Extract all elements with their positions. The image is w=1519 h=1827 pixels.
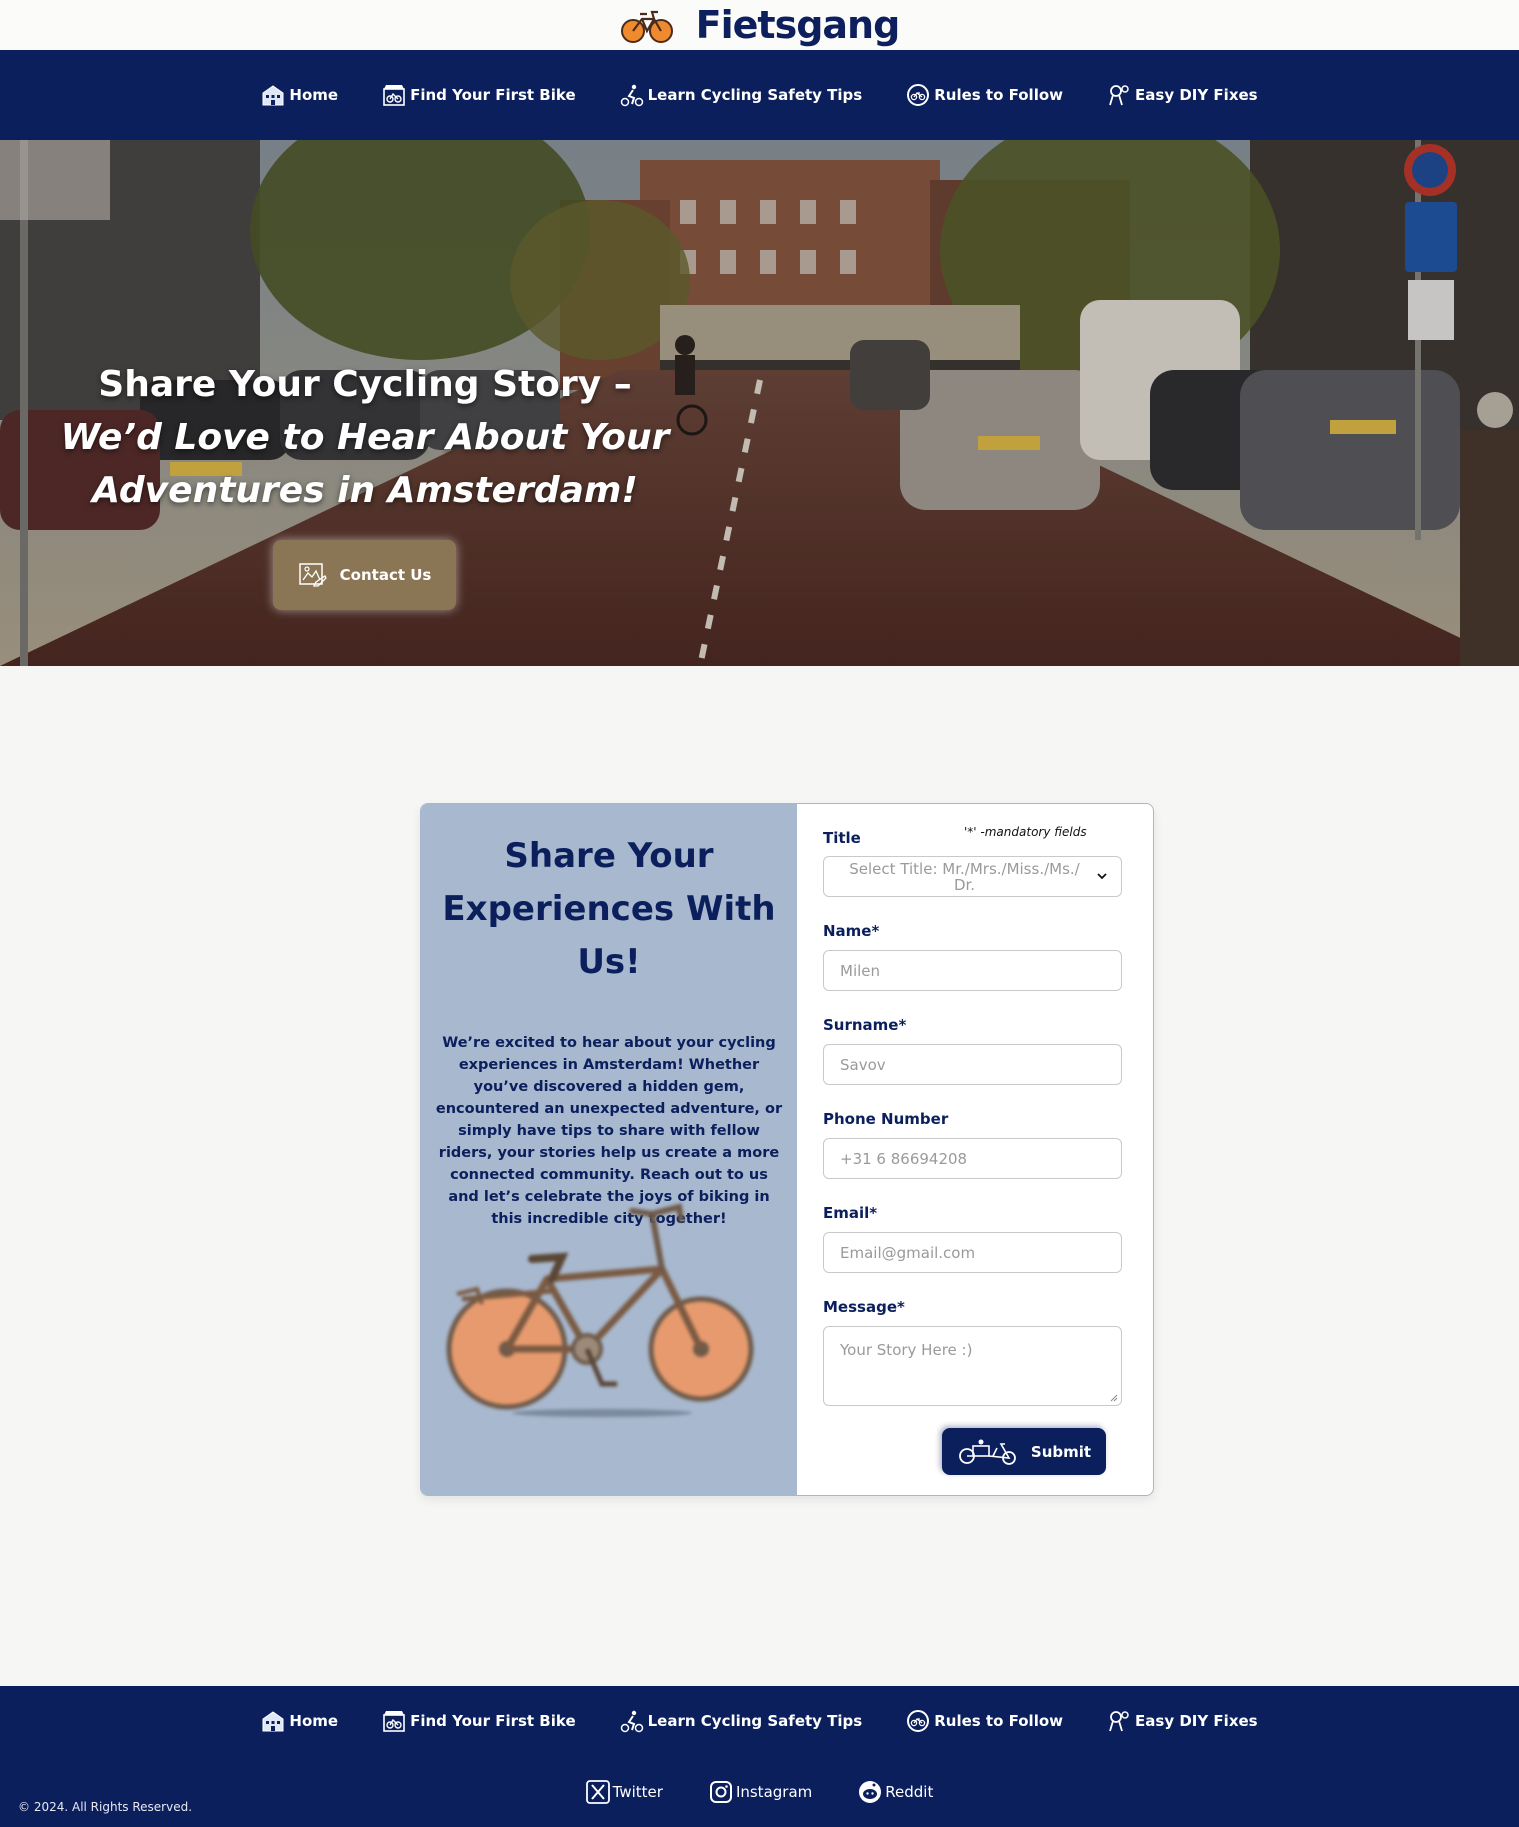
nav-item-diy-fixes[interactable]: Easy DIY Fixes <box>1107 83 1258 107</box>
nav-label-home: Home <box>289 86 339 104</box>
footer-nav-label-diy-fixes: Easy DIY Fixes <box>1135 1712 1258 1730</box>
nav-label-diy-fixes: Easy DIY Fixes <box>1135 86 1258 104</box>
wrench-icon <box>1109 1711 1129 1732</box>
contact-info-panel: Share Your Experiences With Us! We’re ex… <box>421 804 797 1495</box>
contact-us-button[interactable]: Contact Us <box>273 540 456 610</box>
reddit-icon <box>859 1781 882 1803</box>
footer-nav-label-home: Home <box>289 1712 339 1730</box>
contact-us-label: Contact Us <box>339 566 432 584</box>
title-select[interactable]: Select Title: Mr./Mrs./Miss./Ms./ Dr. <box>823 856 1122 897</box>
bike-shop-icon <box>383 85 405 106</box>
brand-bar: Fietsgang <box>0 0 1519 50</box>
main-nav: Home Find Your First Bike Learn Cycling … <box>0 50 1519 140</box>
instagram-icon <box>709 1781 732 1803</box>
social-reddit-label: Reddit <box>885 1783 934 1801</box>
house-icon <box>262 1711 284 1732</box>
social-twitter[interactable]: Twitter <box>585 1780 663 1804</box>
message-textarea[interactable]: Your Story Here :) <box>823 1326 1122 1406</box>
hero-banner: Share Your Cycling Story – We’d Love to … <box>0 140 1519 666</box>
name-label: Name* <box>823 922 880 940</box>
name-field[interactable]: Milen <box>823 950 1122 991</box>
footer-nav-label-safety-tips: Learn Cycling Safety Tips <box>647 1712 863 1730</box>
message-placeholder: Your Story Here :) <box>840 1341 973 1359</box>
nav-item-find-bike[interactable]: Find Your First Bike <box>382 83 576 107</box>
nav-label-find-bike: Find Your First Bike <box>410 86 576 104</box>
resize-handle-icon[interactable] <box>1110 1394 1118 1402</box>
bike-sign-icon <box>907 1710 930 1732</box>
footer-nav: Home Find Your First Bike Learn Cycling … <box>0 1706 1519 1736</box>
social-instagram[interactable]: Instagram <box>709 1780 812 1804</box>
bike-shop-icon <box>383 1711 405 1732</box>
footer-nav-diy-fixes[interactable]: Easy DIY Fixes <box>1107 1709 1258 1733</box>
bicycle-illustration <box>446 1203 754 1417</box>
social-twitter-label: Twitter <box>612 1783 663 1801</box>
mandatory-note: '*' -mandatory fields <box>964 825 1087 839</box>
nav-item-safety-tips[interactable]: Learn Cycling Safety Tips <box>620 83 863 107</box>
wrench-icon <box>1109 85 1129 106</box>
contact-heading: Share Your Experiences With Us! <box>442 836 776 982</box>
footer-nav-label-rules: Rules to Follow <box>934 1712 1064 1730</box>
chevron-down-icon <box>1097 873 1107 880</box>
social-reddit[interactable]: Reddit <box>858 1780 933 1804</box>
nav-label-rules: Rules to Follow <box>934 86 1064 104</box>
email-label: Email* <box>823 1204 878 1222</box>
contact-card: Share Your Experiences With Us! We’re ex… <box>420 803 1154 1496</box>
site-footer: Home Find Your First Bike Learn Cycling … <box>0 1686 1519 1827</box>
nav-item-home[interactable]: Home <box>261 83 338 107</box>
footer-nav-home[interactable]: Home <box>261 1709 338 1733</box>
cargo-bike-icon <box>959 1439 1016 1465</box>
surname-placeholder: Savov <box>840 1055 886 1074</box>
copyright-text: © 2024. All Rights Reserved. <box>18 1800 193 1814</box>
contact-card-icon <box>298 563 327 587</box>
surname-field[interactable]: Savov <box>823 1044 1122 1085</box>
house-icon <box>262 85 284 106</box>
footer-nav-safety-tips[interactable]: Learn Cycling Safety Tips <box>620 1709 863 1733</box>
footer-nav-label-find-bike: Find Your First Bike <box>410 1712 576 1730</box>
hero-title-italic: We’d Love to Hear About Your Adventures … <box>60 417 670 511</box>
contact-form: '*' -mandatory fields Title Select Title… <box>797 804 1153 1495</box>
footer-nav-rules[interactable]: Rules to Follow <box>906 1709 1063 1733</box>
phone-placeholder: +31 6 86694208 <box>840 1149 968 1168</box>
title-label: Title <box>823 829 861 847</box>
phone-label: Phone Number <box>823 1110 949 1128</box>
name-placeholder: Milen <box>840 961 881 980</box>
title-select-value: Select Title: Mr./Mrs./Miss./Ms./ Dr. <box>849 859 1080 894</box>
submit-label: Submit <box>1030 1442 1092 1461</box>
cyclist-icon <box>620 1710 643 1733</box>
brand-name[interactable]: Fietsgang <box>696 3 901 47</box>
email-placeholder: Email@gmail.com <box>840 1243 976 1262</box>
nav-label-safety-tips: Learn Cycling Safety Tips <box>647 86 863 104</box>
social-links: Twitter Instagram Reddit <box>0 1780 1519 1804</box>
message-label: Message* <box>823 1298 905 1316</box>
phone-field[interactable]: +31 6 86694208 <box>823 1138 1122 1179</box>
hero-title-plain: Share Your Cycling Story – <box>98 364 632 405</box>
x-icon <box>585 1780 610 1804</box>
surname-label: Surname* <box>823 1016 907 1034</box>
submit-button[interactable]: Submit <box>942 1428 1106 1475</box>
hero-title: Share Your Cycling Story – We’d Love to … <box>60 358 670 517</box>
email-field[interactable]: Email@gmail.com <box>823 1232 1122 1273</box>
bicycle-logo-icon[interactable] <box>620 5 674 45</box>
footer-nav-find-bike[interactable]: Find Your First Bike <box>382 1709 576 1733</box>
social-instagram-label: Instagram <box>735 1783 813 1801</box>
bike-sign-icon <box>907 84 930 106</box>
cyclist-icon <box>620 84 643 107</box>
nav-item-rules[interactable]: Rules to Follow <box>906 83 1063 107</box>
